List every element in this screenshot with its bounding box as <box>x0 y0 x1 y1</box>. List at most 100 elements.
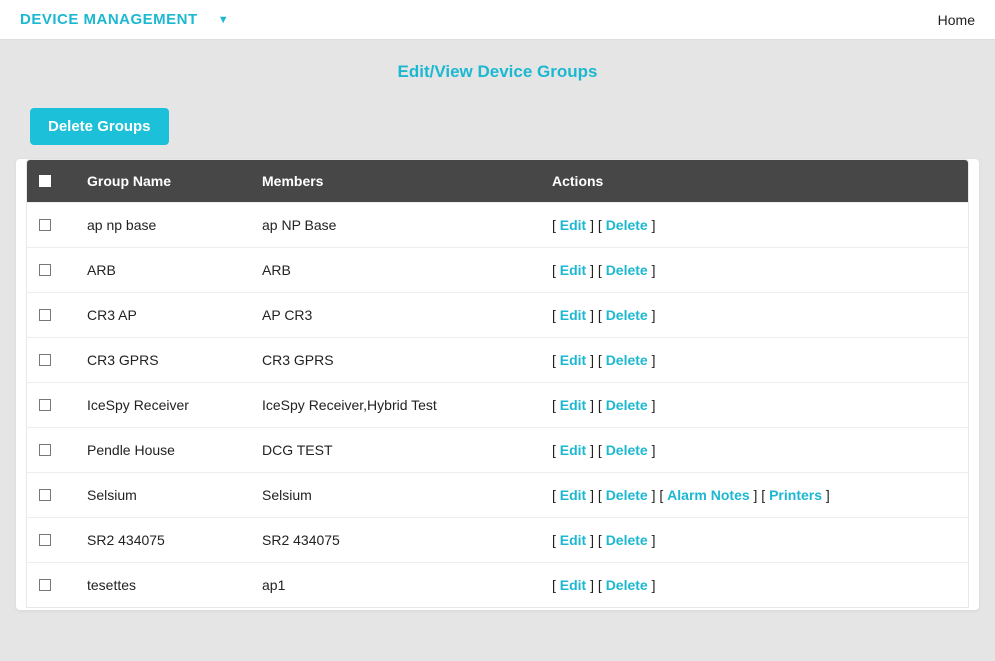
delete-groups-button[interactable]: Delete Groups <box>30 108 169 145</box>
row-members: ARB <box>252 248 542 293</box>
row-members: AP CR3 <box>252 293 542 338</box>
bracket: ] [ <box>586 307 605 323</box>
home-link[interactable]: Home <box>938 12 975 28</box>
delete-link[interactable]: Delete <box>606 262 648 278</box>
header-group-name: Group Name <box>77 160 252 203</box>
bracket: ] [ <box>586 487 605 503</box>
bracket: ] <box>648 577 656 593</box>
row-group-name: Pendle House <box>77 428 252 473</box>
chevron-down-icon[interactable]: ▼ <box>218 14 229 26</box>
row-checkbox[interactable] <box>39 534 51 546</box>
bracket: [ <box>552 307 560 323</box>
delete-link[interactable]: Delete <box>606 577 648 593</box>
row-group-name: Selsium <box>77 473 252 518</box>
page-title: Edit/View Device Groups <box>6 40 989 108</box>
groups-table-container: Group Name Members Actions ap np baseap … <box>26 159 969 608</box>
row-actions: [ Edit ] [ Delete ] <box>542 293 968 338</box>
row-checkbox-cell <box>27 518 77 563</box>
row-checkbox-cell <box>27 473 77 518</box>
bracket: ] <box>648 217 656 233</box>
row-members: ap1 <box>252 563 542 608</box>
bracket: ] <box>648 262 656 278</box>
edit-link[interactable]: Edit <box>560 352 586 368</box>
alarm-notes-link[interactable]: Alarm Notes <box>667 487 749 503</box>
table-row: CR3 GPRSCR3 GPRS[ Edit ] [ Delete ] <box>27 338 968 383</box>
groups-table: Group Name Members Actions ap np baseap … <box>27 160 968 607</box>
page-content: Edit/View Device Groups Delete Groups Gr… <box>0 40 995 610</box>
row-checkbox[interactable] <box>39 444 51 456</box>
header-actions: Actions <box>542 160 968 203</box>
bracket: [ <box>552 532 560 548</box>
delete-link[interactable]: Delete <box>606 532 648 548</box>
row-checkbox-cell <box>27 383 77 428</box>
delete-link[interactable]: Delete <box>606 217 648 233</box>
bracket: ] <box>822 487 830 503</box>
bracket: ] <box>648 532 656 548</box>
row-checkbox[interactable] <box>39 309 51 321</box>
bracket: ] [ <box>586 532 605 548</box>
delete-link[interactable]: Delete <box>606 442 648 458</box>
row-group-name: ap np base <box>77 203 252 248</box>
edit-link[interactable]: Edit <box>560 262 586 278</box>
top-nav-bar: DEVICE MANAGEMENT ▼ Home <box>0 0 995 40</box>
row-checkbox[interactable] <box>39 219 51 231</box>
edit-link[interactable]: Edit <box>560 442 586 458</box>
delete-link[interactable]: Delete <box>606 487 648 503</box>
bracket: ] <box>648 397 656 413</box>
edit-link[interactable]: Edit <box>560 487 586 503</box>
bracket: ] <box>648 442 656 458</box>
row-actions: [ Edit ] [ Delete ] <box>542 428 968 473</box>
row-checkbox-cell <box>27 428 77 473</box>
table-row: IceSpy ReceiverIceSpy Receiver,Hybrid Te… <box>27 383 968 428</box>
row-checkbox-cell <box>27 338 77 383</box>
edit-link[interactable]: Edit <box>560 217 586 233</box>
row-members: DCG TEST <box>252 428 542 473</box>
table-row: CR3 APAP CR3[ Edit ] [ Delete ] <box>27 293 968 338</box>
printers-link[interactable]: Printers <box>769 487 822 503</box>
row-checkbox[interactable] <box>39 354 51 366</box>
row-checkbox[interactable] <box>39 264 51 276</box>
header-checkbox-cell <box>27 160 77 203</box>
bracket: [ <box>552 352 560 368</box>
row-checkbox-cell <box>27 203 77 248</box>
table-row: SelsiumSelsium[ Edit ] [ Delete ] [ Alar… <box>27 473 968 518</box>
row-actions: [ Edit ] [ Delete ] <box>542 203 968 248</box>
bracket: [ <box>552 262 560 278</box>
delete-link[interactable]: Delete <box>606 352 648 368</box>
row-group-name: SR2 434075 <box>77 518 252 563</box>
row-actions: [ Edit ] [ Delete ] <box>542 518 968 563</box>
row-group-name: ARB <box>77 248 252 293</box>
bracket: [ <box>552 577 560 593</box>
delete-link[interactable]: Delete <box>606 307 648 323</box>
row-actions: [ Edit ] [ Delete ] [ Alarm Notes ] [ Pr… <box>542 473 968 518</box>
edit-link[interactable]: Edit <box>560 577 586 593</box>
row-checkbox[interactable] <box>39 399 51 411</box>
row-checkbox-cell <box>27 293 77 338</box>
bracket: ] [ <box>586 397 605 413</box>
row-members: IceSpy Receiver,Hybrid Test <box>252 383 542 428</box>
table-row: ap np baseap NP Base[ Edit ] [ Delete ] <box>27 203 968 248</box>
bracket: ] [ <box>586 352 605 368</box>
row-checkbox-cell <box>27 248 77 293</box>
row-checkbox[interactable] <box>39 489 51 501</box>
nav-title[interactable]: DEVICE MANAGEMENT <box>20 11 198 28</box>
table-row: tesettesap1[ Edit ] [ Delete ] <box>27 563 968 608</box>
bracket: ] [ <box>586 262 605 278</box>
bracket: ] <box>648 307 656 323</box>
select-all-checkbox[interactable] <box>39 175 51 187</box>
row-group-name: CR3 GPRS <box>77 338 252 383</box>
row-actions: [ Edit ] [ Delete ] <box>542 383 968 428</box>
delete-link[interactable]: Delete <box>606 397 648 413</box>
header-members: Members <box>252 160 542 203</box>
row-group-name: CR3 AP <box>77 293 252 338</box>
row-actions: [ Edit ] [ Delete ] <box>542 338 968 383</box>
table-row: Pendle HouseDCG TEST[ Edit ] [ Delete ] <box>27 428 968 473</box>
edit-link[interactable]: Edit <box>560 532 586 548</box>
edit-link[interactable]: Edit <box>560 397 586 413</box>
bracket: [ <box>552 397 560 413</box>
row-checkbox[interactable] <box>39 579 51 591</box>
edit-link[interactable]: Edit <box>560 307 586 323</box>
table-header-row: Group Name Members Actions <box>27 160 968 203</box>
bracket: ] <box>648 487 656 503</box>
table-card: Group Name Members Actions ap np baseap … <box>16 159 979 610</box>
